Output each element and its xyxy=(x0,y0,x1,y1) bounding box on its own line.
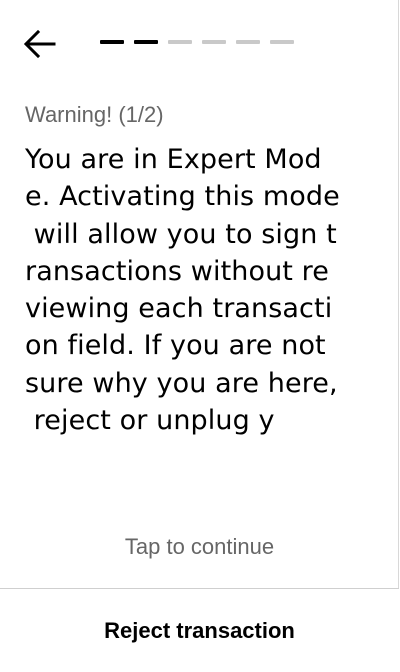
back-button[interactable] xyxy=(18,24,62,64)
tap-to-continue[interactable]: Tap to continue xyxy=(0,531,399,563)
progress-step-inactive xyxy=(202,40,226,44)
warning-message-line: on field. If you are not xyxy=(25,330,326,362)
progress-step-inactive xyxy=(270,40,294,44)
warning-message-line: viewing each transacti xyxy=(25,293,333,325)
warning-message: You are in Expert Mod e. Activating this… xyxy=(25,141,377,439)
warning-message-line: reject or unplug y xyxy=(25,405,275,437)
reject-transaction-label: Reject transaction xyxy=(104,617,295,643)
warning-message-line: will allow you to sign t xyxy=(25,218,337,250)
warning-message-line: sure why you are here, xyxy=(25,367,338,399)
reject-transaction-button[interactable]: Reject transaction xyxy=(0,589,399,672)
progress-step-inactive xyxy=(168,40,192,44)
warning-content: Warning! (1/2) You are in Expert Mod e. … xyxy=(25,101,377,439)
progress-step-active xyxy=(134,40,158,44)
warning-message-line: e. Activating this mode xyxy=(25,181,340,213)
warning-title: Warning! (1/2) xyxy=(25,102,164,127)
arrow-left-icon xyxy=(23,30,57,58)
warning-message-line: ransactions without re xyxy=(25,255,329,287)
progress-step-active xyxy=(100,40,124,44)
top-bar xyxy=(0,0,399,86)
warning-message-line: You are in Expert Mod xyxy=(25,144,322,175)
progress-step-inactive xyxy=(236,40,260,44)
progress-indicator xyxy=(100,40,294,44)
expert-mode-warning-screen: Warning! (1/2) You are in Expert Mod e. … xyxy=(0,0,399,672)
